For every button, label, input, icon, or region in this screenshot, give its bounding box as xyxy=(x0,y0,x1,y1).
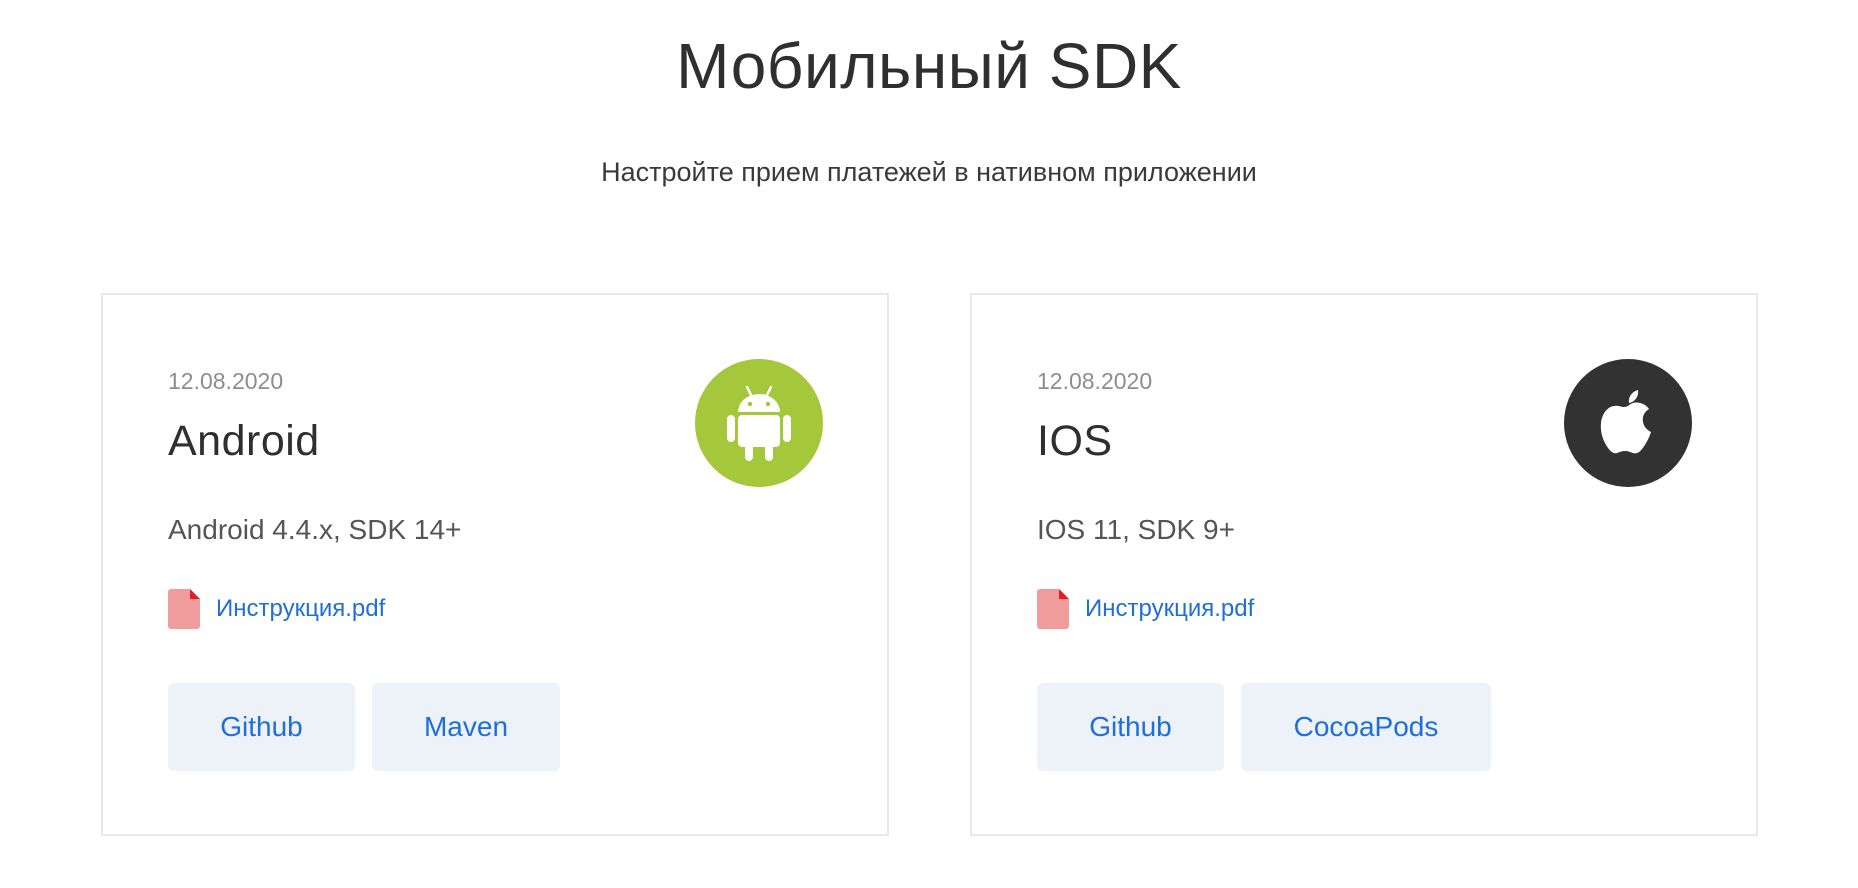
page: Мобильный SDK Настройте прием платежей в… xyxy=(0,0,1858,888)
card-title: Android xyxy=(168,417,320,465)
pdf-file-icon xyxy=(1037,589,1069,629)
instruction-pdf-link[interactable]: Инструкция.pdf xyxy=(216,594,385,624)
card-title: IOS xyxy=(1037,417,1113,465)
instruction-doc[interactable]: Инструкция.pdf xyxy=(1037,589,1254,629)
github-button[interactable]: Github xyxy=(168,683,355,771)
github-button[interactable]: Github xyxy=(1037,683,1224,771)
card-version: IOS 11, SDK 9+ xyxy=(1037,514,1235,545)
android-icon xyxy=(727,385,791,461)
cocoapods-button[interactable]: CocoaPods xyxy=(1241,683,1491,771)
page-subtitle: Настройте прием платежей в нативном прил… xyxy=(601,157,1257,187)
apple-icon xyxy=(1600,390,1651,454)
instruction-doc[interactable]: Инструкция.pdf xyxy=(168,589,385,629)
card-actions: Github Maven xyxy=(168,683,560,771)
card-date: 12.08.2020 xyxy=(168,368,284,394)
instruction-pdf-link[interactable]: Инструкция.pdf xyxy=(1085,594,1254,624)
ios-sdk-card: 12.08.2020 IOS IOS 11, SDK 9+ Инструкция… xyxy=(970,293,1758,836)
card-actions: Github CocoaPods xyxy=(1037,683,1491,771)
apple-logo xyxy=(1564,359,1692,487)
android-sdk-card: 12.08.2020 Android Android 4.4.x, SDK 14… xyxy=(101,293,889,836)
android-logo xyxy=(695,359,823,487)
maven-button[interactable]: Maven xyxy=(372,683,560,771)
pdf-file-icon xyxy=(168,589,200,629)
page-title: Мобильный SDK xyxy=(676,30,1182,102)
card-version: Android 4.4.x, SDK 14+ xyxy=(168,514,462,545)
card-date: 12.08.2020 xyxy=(1037,368,1153,394)
